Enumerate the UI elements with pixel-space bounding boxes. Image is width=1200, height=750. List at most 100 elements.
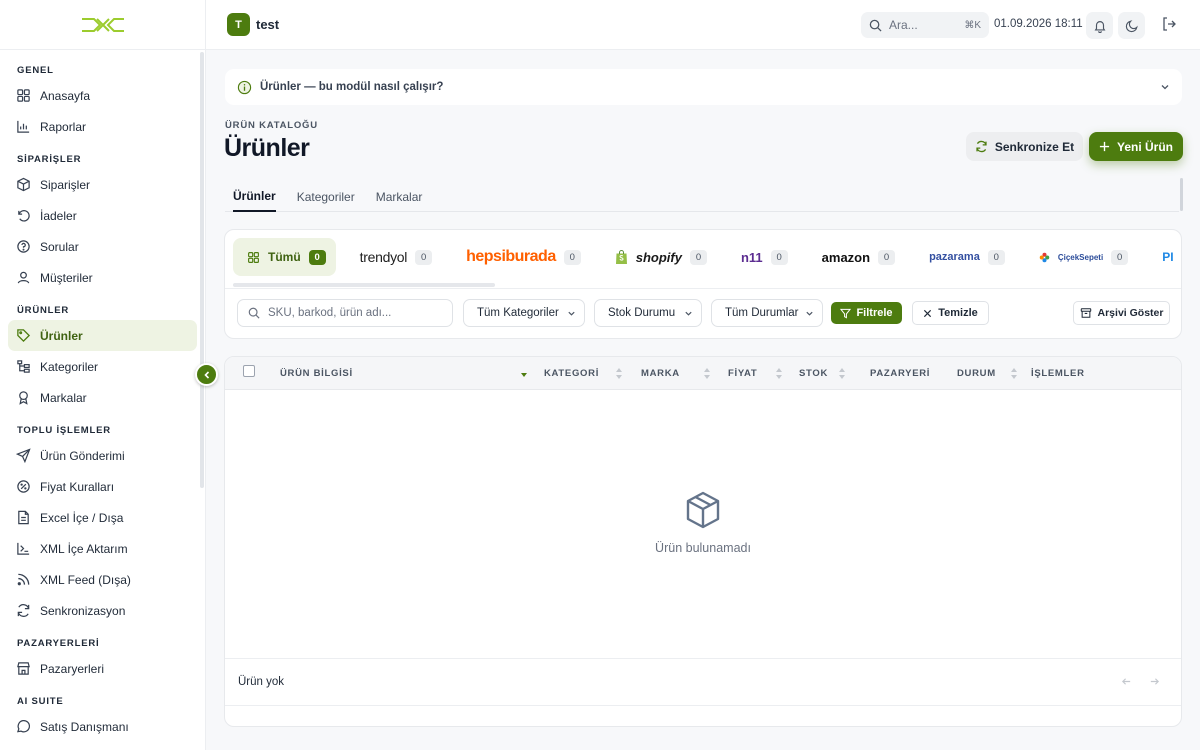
filter-icon (840, 308, 852, 318)
sidebar-item-label: Ürün Gönderimi (40, 448, 125, 463)
sidebar-item-label: Anasayfa (40, 88, 91, 103)
divider (225, 288, 1181, 289)
sidebar-item-iadeler[interactable]: İadeler (8, 200, 197, 231)
sidebar-item-satis-danismani[interactable]: Satış Danışmanı (8, 711, 197, 742)
marketplace-pazarama[interactable]: pazarama 0 (915, 238, 1015, 276)
section-title-toplu-islemler: TOPLU İŞLEMLER (17, 425, 111, 436)
column-header-kategori[interactable]: KATEGORİ (544, 368, 599, 379)
sidebar-item-pazaryerleri[interactable]: Pazaryerleri (8, 653, 197, 684)
category-select[interactable]: Tüm Kategoriler (463, 299, 585, 327)
close-icon (924, 309, 932, 317)
sidebar-item-urun-gonderimi[interactable]: Ürün Gönderimi (8, 440, 197, 471)
sidebar-item-label: Siparişler (40, 177, 91, 192)
sidebar-item-markalar[interactable]: Markalar (8, 382, 197, 413)
table-header: ÜRÜN BİLGİSİ KATEGORİ MARKA FİYAT STOK P… (225, 357, 1181, 390)
sidebar-item-label: Ürünler (40, 328, 83, 343)
marketplace-n11[interactable]: n11 0 (727, 238, 798, 276)
notifications-button[interactable] (1086, 12, 1113, 39)
sidebar-scrollbar[interactable] (200, 52, 204, 488)
brand-logo[interactable] (0, 0, 205, 50)
show-archive-button[interactable]: Arşivi Göster (1073, 301, 1170, 325)
help-accordion[interactable]: Ürünler — bu modül nasıl çalışır? (225, 69, 1182, 105)
tab-markalar[interactable]: Markalar (376, 180, 423, 212)
sidebar-item-urunler[interactable]: Ürünler (8, 320, 197, 351)
stock-select[interactable]: Stok Durumu (594, 299, 702, 327)
section-title-pazaryerleri: PAZARYERLERİ (17, 638, 100, 649)
status-select-value: Tüm Durumlar (725, 307, 799, 319)
tabs-scrollbar[interactable] (1180, 178, 1183, 211)
sidebar-item-label: Satış Danışmanı (40, 719, 129, 734)
sidebar-item-label: XML İçe Aktarım (40, 541, 128, 556)
theme-toggle-button[interactable] (1118, 12, 1145, 39)
ciceksepeti-logo: ÇiçekSepeti (1057, 252, 1104, 262)
column-header-stok[interactable]: STOK (799, 368, 828, 379)
archive-icon (1080, 308, 1091, 318)
workspace-avatar[interactable]: T (227, 13, 250, 36)
hepsiburada-logo: hepsiburada (466, 248, 556, 265)
new-product-button[interactable]: Yeni Ürün (1089, 132, 1183, 161)
sidebar-item-excel[interactable]: Excel İçe / Dışa (8, 502, 197, 533)
marketplace-strip: Tümü 0 trendyol 0 hepsiburada 0 shopify … (233, 237, 1181, 277)
shopify-bag-icon (615, 249, 627, 264)
marketplace-ciceksepeti[interactable]: ÇiçekSepeti 0 (1025, 238, 1138, 276)
chevron-down-icon (1161, 85, 1169, 90)
arrow-right-icon (1150, 678, 1160, 685)
logout-button[interactable] (1161, 16, 1177, 32)
sidebar-item-anasayfa[interactable]: Anasayfa (8, 80, 197, 111)
column-header-durum[interactable]: DURUM (957, 368, 996, 379)
column-header-fiyat[interactable]: FİYAT (728, 368, 757, 379)
marketplace-count: 0 (987, 249, 1005, 265)
tree-icon (17, 360, 30, 373)
sidebar-item-sorular[interactable]: Sorular (8, 231, 197, 262)
rotate-ccw-icon (18, 210, 30, 222)
column-header-urun-bilgisi[interactable]: ÜRÜN BİLGİSİ (280, 368, 353, 379)
sidebar: GENEL Anasayfa Raporlar SİPARİŞLER Sipar… (0, 0, 206, 750)
user-icon (17, 271, 30, 284)
clear-filters-button[interactable]: Temizle (912, 301, 989, 325)
help-text: Ürünler — bu modül nasıl çalışır? (260, 81, 444, 93)
marketplace-pl[interactable]: PI (1148, 238, 1181, 276)
filter-button[interactable]: Filtrele (831, 302, 902, 324)
select-all-checkbox[interactable] (243, 365, 255, 377)
archive-button-label: Arşivi Göster (1097, 307, 1164, 319)
marketplace-all-label: Tümü (268, 250, 301, 264)
marketplace-shopify[interactable]: shopify 0 (601, 238, 717, 276)
marketplace-all[interactable]: Tümü 0 (233, 238, 336, 276)
grid-icon (248, 251, 259, 263)
tag-icon (17, 329, 31, 343)
sidebar-item-label: Kategoriler (40, 359, 99, 374)
section-title-genel: GENEL (17, 65, 54, 76)
sidebar-item-fiyat-kurallari[interactable]: Fiyat Kuralları (8, 471, 197, 502)
marketplace-amazon[interactable]: amazon 0 (808, 238, 905, 276)
sidebar-item-xml-feed[interactable]: XML Feed (Dışa) (8, 564, 197, 595)
marketplace-scrollbar[interactable] (233, 283, 495, 287)
sidebar-item-siparisler[interactable]: Siparişler (8, 169, 197, 200)
tab-urunler[interactable]: Ürünler (233, 180, 276, 212)
marketplace-trendyol[interactable]: trendyol 0 (346, 238, 442, 276)
marketplace-filter-card: Tümü 0 trendyol 0 hepsiburada 0 shopify … (224, 229, 1182, 339)
grid-icon (17, 89, 30, 102)
product-search-input[interactable]: SKU, barkod, ürün adı... (237, 299, 453, 327)
status-select[interactable]: Tüm Durumlar (711, 299, 823, 327)
sidebar-item-xml-ice-aktarim[interactable]: XML İçe Aktarım (8, 533, 197, 564)
sidebar-collapse-button[interactable] (195, 363, 218, 386)
marketplace-count: 0 (878, 249, 896, 265)
marketplace-hepsiburada[interactable]: hepsiburada 0 (452, 238, 591, 276)
category-select-value: Tüm Kategoriler (477, 307, 559, 319)
sidebar-item-raporlar[interactable]: Raporlar (8, 111, 197, 142)
products-table: ÜRÜN BİLGİSİ KATEGORİ MARKA FİYAT STOK P… (224, 356, 1182, 727)
global-search[interactable]: Ara... ⌘K (861, 12, 989, 38)
column-header-marka[interactable]: MARKA (641, 368, 680, 379)
page-title: Ürünler (224, 134, 310, 162)
sidebar-item-kategoriler[interactable]: Kategoriler (8, 351, 197, 382)
sidebar-item-label: Markalar (40, 390, 87, 405)
sidebar-item-musteriler[interactable]: Müşteriler (8, 262, 197, 293)
message-icon (16, 719, 31, 733)
sidebar-item-senkronizasyon[interactable]: Senkronizasyon (8, 595, 197, 626)
workspace-name[interactable]: test (256, 17, 279, 32)
code-icon (17, 542, 30, 555)
page-eyebrow: ÜRÜN KATALOĞU (225, 120, 318, 131)
sync-button[interactable]: Senkronize Et (966, 132, 1083, 161)
sidebar-item-label: Sorular (40, 239, 79, 254)
tab-kategoriler[interactable]: Kategoriler (297, 180, 355, 212)
